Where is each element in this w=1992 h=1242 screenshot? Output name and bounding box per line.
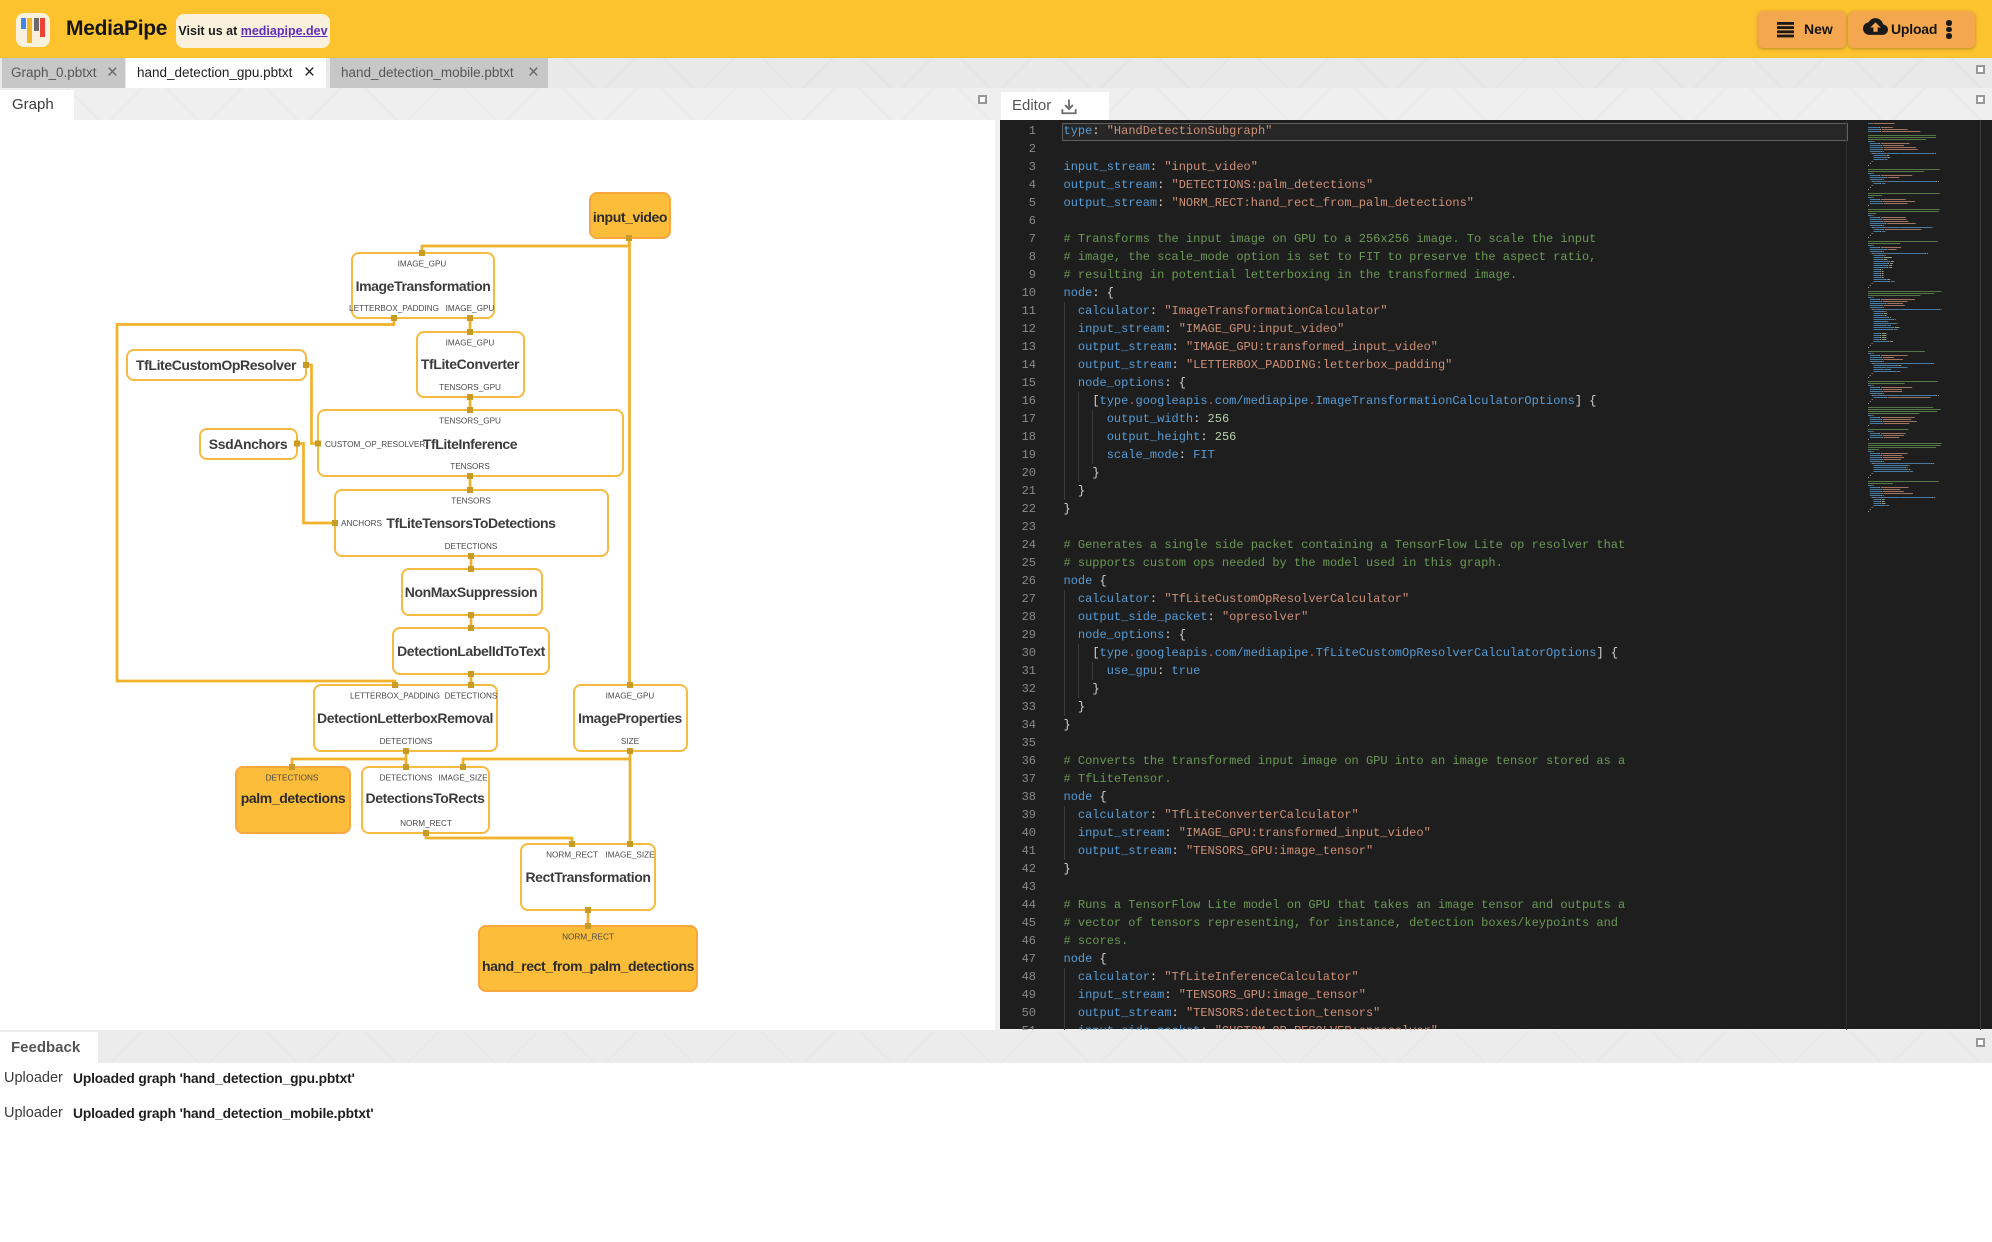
svg-text:DETECTIONS: DETECTIONS bbox=[445, 542, 498, 551]
svg-text:IMAGE_GPU: IMAGE_GPU bbox=[446, 304, 495, 313]
svg-text:LETTERBOX_PADDING: LETTERBOX_PADDING bbox=[349, 304, 439, 313]
svg-text:DETECTIONS: DETECTIONS bbox=[445, 692, 498, 701]
svg-text:IMAGE_GPU: IMAGE_GPU bbox=[398, 260, 447, 269]
svg-text:NORM_RECT: NORM_RECT bbox=[562, 933, 614, 942]
svg-text:NonMaxSuppression: NonMaxSuppression bbox=[405, 584, 537, 600]
svg-text:DetectionLetterboxRemoval: DetectionLetterboxRemoval bbox=[317, 710, 493, 726]
svg-text:TENSORS_GPU: TENSORS_GPU bbox=[439, 417, 501, 426]
svg-text:ANCHORS: ANCHORS bbox=[341, 519, 382, 528]
svg-text:IMAGE_GPU: IMAGE_GPU bbox=[606, 692, 655, 701]
svg-text:TfLiteTensorsToDetections: TfLiteTensorsToDetections bbox=[386, 515, 556, 531]
svg-text:DETECTIONS: DETECTIONS bbox=[266, 774, 319, 783]
svg-text:DetectionLabelIdToText: DetectionLabelIdToText bbox=[397, 643, 546, 659]
svg-text:palm_detections: palm_detections bbox=[241, 790, 346, 806]
svg-text:IMAGE_GPU: IMAGE_GPU bbox=[446, 339, 495, 348]
svg-text:TfLiteInference: TfLiteInference bbox=[423, 436, 518, 452]
svg-text:TENSORS: TENSORS bbox=[450, 462, 490, 471]
svg-text:TENSORS_GPU: TENSORS_GPU bbox=[439, 383, 501, 392]
svg-text:NORM_RECT: NORM_RECT bbox=[546, 851, 598, 860]
svg-text:TfLiteConverter: TfLiteConverter bbox=[421, 356, 520, 372]
svg-text:NORM_RECT: NORM_RECT bbox=[400, 819, 452, 828]
svg-text:IMAGE_SIZE: IMAGE_SIZE bbox=[438, 774, 488, 783]
svg-text:SIZE: SIZE bbox=[621, 737, 640, 746]
svg-text:RectTransformation: RectTransformation bbox=[525, 869, 650, 885]
svg-text:DETECTIONS: DETECTIONS bbox=[380, 737, 433, 746]
svg-text:LETTERBOX_PADDING: LETTERBOX_PADDING bbox=[350, 692, 440, 701]
svg-text:SsdAnchors: SsdAnchors bbox=[209, 436, 288, 452]
svg-text:DETECTIONS: DETECTIONS bbox=[380, 774, 433, 783]
svg-text:TfLiteCustomOpResolver: TfLiteCustomOpResolver bbox=[136, 357, 297, 373]
svg-text:ImageProperties: ImageProperties bbox=[578, 710, 682, 726]
svg-text:ImageTransformation: ImageTransformation bbox=[356, 278, 491, 294]
svg-text:input_video: input_video bbox=[593, 209, 667, 225]
svg-text:hand_rect_from_palm_detections: hand_rect_from_palm_detections bbox=[482, 958, 695, 974]
svg-text:DetectionsToRects: DetectionsToRects bbox=[366, 790, 486, 806]
svg-text:IMAGE_SIZE: IMAGE_SIZE bbox=[605, 851, 655, 860]
svg-text:CUSTOM_OP_RESOLVER: CUSTOM_OP_RESOLVER bbox=[325, 440, 425, 449]
svg-text:TENSORS: TENSORS bbox=[451, 497, 491, 506]
